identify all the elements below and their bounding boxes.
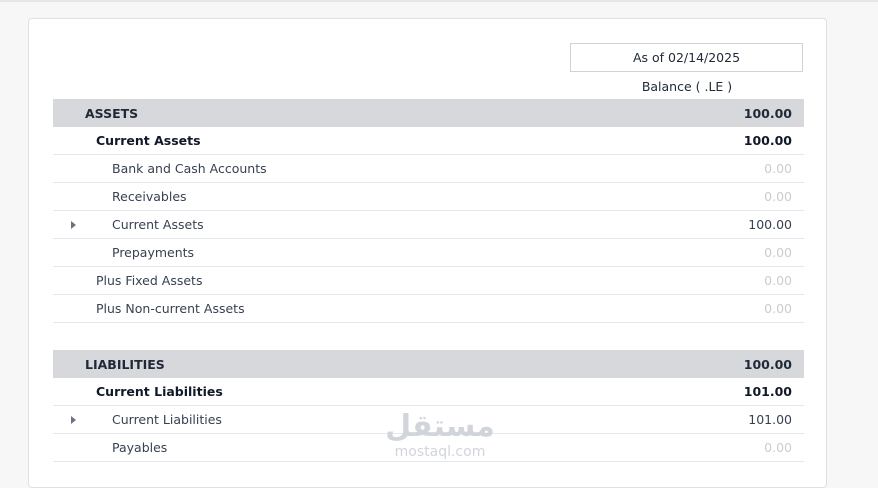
account-label: Receivables xyxy=(112,189,187,204)
group-label: Current Assets xyxy=(96,133,201,148)
account-label: Payables xyxy=(112,440,168,455)
account-label: Plus Fixed Assets xyxy=(96,273,203,288)
group-total: 100.00 xyxy=(743,133,792,148)
group-total: 101.00 xyxy=(743,384,792,399)
balance-column-header: Balance ( .LE ) xyxy=(641,79,733,94)
section-total: 100.00 xyxy=(743,105,792,121)
section-total: 100.00 xyxy=(743,356,792,372)
row-plus-fixed-assets[interactable]: Plus Fixed Assets 0.00 xyxy=(53,267,804,295)
account-row-prepayments[interactable]: Prepayments 0.00 xyxy=(53,239,804,267)
balance-sheet-table: ASSETS 100.00 Current Assets 100.00 Bank… xyxy=(53,99,804,462)
as-of-date-box[interactable]: As of 02/14/2025 xyxy=(570,43,803,72)
account-amount: 100.00 xyxy=(748,217,792,232)
group-row-current-assets[interactable]: Current Assets 100.00 xyxy=(53,127,804,155)
section-row-liabilities[interactable]: LIABILITIES 100.00 xyxy=(53,350,804,378)
account-amount: 0.00 xyxy=(764,440,792,455)
expand-caret-icon[interactable] xyxy=(71,221,76,229)
account-row-payables[interactable]: Payables 0.00 xyxy=(53,434,804,462)
account-row-bank-cash[interactable]: Bank and Cash Accounts 0.00 xyxy=(53,155,804,183)
account-amount: 0.00 xyxy=(764,273,792,288)
account-row-receivables[interactable]: Receivables 0.00 xyxy=(53,183,804,211)
account-row-current-liabilities[interactable]: Current Liabilities 101.00 xyxy=(53,406,804,434)
account-amount: 0.00 xyxy=(764,189,792,204)
account-label: Bank and Cash Accounts xyxy=(112,161,267,176)
group-label: Current Liabilities xyxy=(96,384,223,399)
balance-sheet-card: As of 02/14/2025 Balance ( .LE ) ASSETS … xyxy=(28,18,827,488)
top-divider xyxy=(0,0,878,2)
account-amount: 0.00 xyxy=(764,161,792,176)
account-amount: 0.00 xyxy=(764,245,792,260)
expand-caret-icon[interactable] xyxy=(71,416,76,424)
row-plus-noncurrent-assets[interactable]: Plus Non-current Assets 0.00 xyxy=(53,295,804,323)
group-row-current-liabilities[interactable]: Current Liabilities 101.00 xyxy=(53,378,804,406)
account-label: Prepayments xyxy=(112,245,195,260)
section-row-assets[interactable]: ASSETS 100.00 xyxy=(53,99,804,127)
account-label: Current Liabilities xyxy=(112,412,222,427)
account-amount: 0.00 xyxy=(764,301,792,316)
account-label: Current Assets xyxy=(112,217,204,232)
account-amount: 101.00 xyxy=(748,412,792,427)
section-label: LIABILITIES xyxy=(85,356,165,372)
account-label: Plus Non-current Assets xyxy=(96,301,245,316)
section-label: ASSETS xyxy=(85,105,139,121)
account-row-current-assets[interactable]: Current Assets 100.00 xyxy=(53,211,804,239)
